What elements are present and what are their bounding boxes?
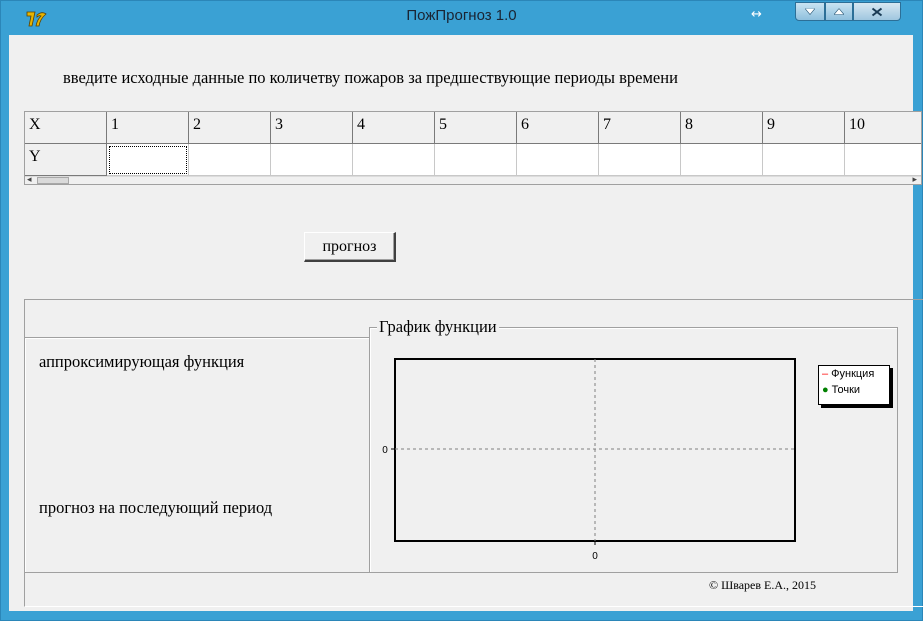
window-title: ПожПрогноз 1.0 <box>406 7 517 24</box>
close-icon <box>871 7 883 16</box>
y-tick-label: 0 <box>382 445 388 456</box>
grid-horizontal-scrollbar[interactable]: ◂ ▸ <box>25 175 921 184</box>
grid-x-cell: 2 <box>189 112 271 144</box>
approx-function-label: аппроксимирующая функция <box>39 352 245 371</box>
legend-line-icon: – <box>822 368 829 380</box>
resize-icon: ↔ <box>751 7 762 22</box>
data-grid[interactable]: X 1 2 3 4 5 6 7 8 9 10 Y ◂ ▸ <box>24 111 922 185</box>
grid-y-cell[interactable] <box>189 144 271 176</box>
maximize-icon <box>834 8 844 15</box>
grid-y-cell[interactable] <box>763 144 845 176</box>
scroll-right-icon[interactable]: ▸ <box>912 175 917 184</box>
legend-label: Функция <box>831 368 875 380</box>
grid-x-cell: 3 <box>271 112 353 144</box>
copyright-text: © Шварев Е.А., 2015 <box>709 578 817 592</box>
grid-row-y: Y <box>25 144 921 176</box>
grid-y-cell[interactable] <box>845 144 921 176</box>
scroll-left-icon[interactable]: ◂ <box>27 175 32 184</box>
chart-title: График функции <box>377 317 499 337</box>
forecast-button[interactable]: прогноз <box>304 232 396 262</box>
legend-item-function: – Функция <box>822 368 874 380</box>
grid-y-cell[interactable] <box>517 144 599 176</box>
grid-x-cell: 6 <box>517 112 599 144</box>
grid-y-cell[interactable] <box>107 144 189 176</box>
function-chart: 0 0 <box>382 358 796 562</box>
title-bar[interactable]: ПожПрогноз 1.0 ↔ <box>1 1 922 35</box>
grid-x-cell: 10 <box>845 112 921 144</box>
grid-y-cell[interactable] <box>435 144 517 176</box>
grid-y-cell[interactable] <box>271 144 353 176</box>
x-tick-label: 0 <box>592 551 598 562</box>
grid-y-cell[interactable] <box>353 144 435 176</box>
chart-legend: – Функция ● Точки <box>818 365 890 405</box>
input-prompt: введите исходные данные по количетву пож… <box>63 68 678 87</box>
grid-x-cell: 1 <box>107 112 189 144</box>
grid-x-cell: 9 <box>763 112 845 144</box>
scroll-thumb[interactable] <box>37 177 69 184</box>
close-button[interactable] <box>853 2 901 21</box>
grid-y-cell[interactable] <box>599 144 681 176</box>
grid-y-cell[interactable] <box>681 144 763 176</box>
grid-row-x: X 1 2 3 4 5 6 7 8 9 10 <box>25 112 921 144</box>
grid-x-cell: 8 <box>681 112 763 144</box>
client-area: введите исходные данные по количетву пож… <box>9 35 923 611</box>
forecast-next-period-label: прогноз на последующий период <box>39 498 273 517</box>
legend-item-points: ● Точки <box>822 384 860 396</box>
minimize-icon <box>805 8 815 15</box>
legend-label: Точки <box>831 384 861 396</box>
grid-x-cell: 5 <box>435 112 517 144</box>
maximize-button[interactable] <box>825 2 853 21</box>
results-box <box>24 337 370 573</box>
legend-dot-icon: ● <box>822 384 829 396</box>
app-window: ПожПрогноз 1.0 ↔ введите исходные данные… <box>0 0 923 621</box>
grid-x-cell: 4 <box>353 112 435 144</box>
minimize-button[interactable] <box>795 2 825 21</box>
grid-header-y: Y <box>25 144 107 176</box>
grid-header-x: X <box>25 112 107 144</box>
grid-x-cell: 7 <box>599 112 681 144</box>
